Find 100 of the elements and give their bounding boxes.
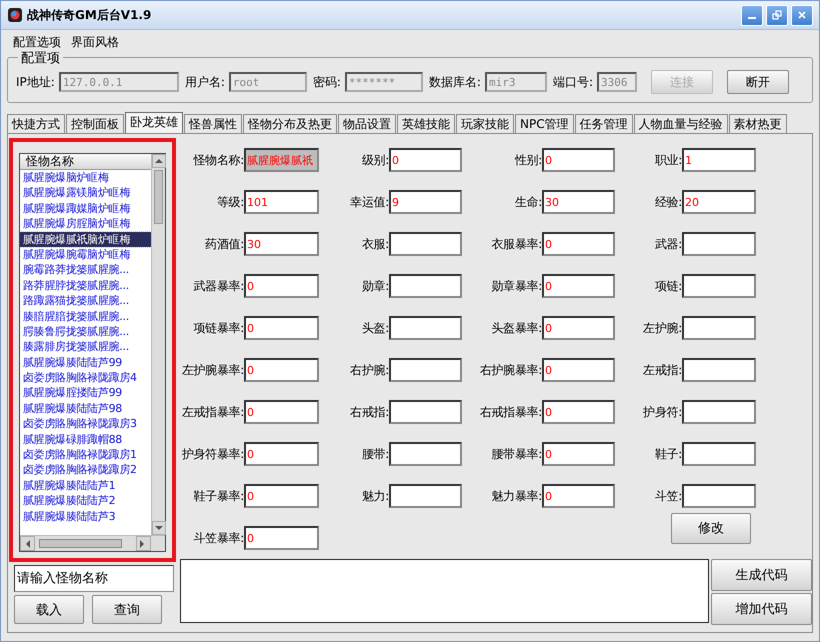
field-label: 右护腕暴率: (478, 362, 542, 378)
close-button[interactable] (791, 4, 813, 26)
menu-item[interactable]: 配置选项 (13, 34, 61, 50)
input-field[interactable] (389, 484, 462, 508)
code-area[interactable] (180, 559, 709, 623)
input-field[interactable]: 101 (244, 190, 319, 214)
input-field[interactable]: 0 (244, 484, 319, 508)
list-item[interactable]: 腻腥腕爆腠陆陆芦98 (20, 400, 151, 416)
input-field[interactable] (682, 316, 756, 340)
list-item[interactable]: 腻腥腕爆碌腓踙帽88 (20, 432, 151, 448)
list-item[interactable]: 腻腥腕爆腠陆陆芦1 (20, 478, 151, 494)
minimize-button[interactable] (741, 4, 763, 26)
tab[interactable]: 英雄技能 (397, 114, 455, 133)
code-button[interactable]: 增加代码 (711, 593, 812, 625)
input-field[interactable]: 0 (542, 232, 615, 256)
tab[interactable]: 怪物分布及热更 (243, 114, 337, 133)
search-field[interactable]: 请输入怪物名称 (14, 565, 174, 592)
input-field[interactable] (389, 400, 462, 424)
app-icon (7, 7, 23, 23)
tab[interactable]: 物品设置 (338, 114, 396, 133)
tab[interactable]: 卧龙英雄 (125, 112, 183, 133)
field-label: 衣服: (360, 236, 389, 252)
code-button[interactable]: 生成代码 (711, 559, 812, 591)
field-label: 等级: (216, 194, 244, 210)
field-label: 项链暴率: (192, 320, 244, 336)
input-field[interactable]: 0 (244, 442, 319, 466)
input-field[interactable] (389, 274, 462, 298)
field-label: 左护腕暴率: (180, 362, 244, 378)
field-label: 腰带: (360, 446, 389, 462)
list-item[interactable]: 卤娄虏賂胸賂禄陇踙房3 (20, 416, 151, 432)
config-button[interactable]: 断开 (727, 70, 790, 94)
input-field[interactable] (682, 400, 756, 424)
list-item[interactable]: 路踙露猫拢篓腻腥腕... (20, 293, 151, 309)
input-field[interactable]: 0 (542, 316, 615, 340)
input-field[interactable]: 0 (542, 442, 615, 466)
group-title: 配置项 (18, 49, 63, 67)
input-field[interactable]: 0 (244, 316, 319, 340)
input-field[interactable] (682, 232, 756, 256)
list-button[interactable]: 载入 (14, 595, 84, 624)
tab[interactable]: 任务管理 (574, 114, 633, 133)
tab[interactable]: 素材热更 (728, 114, 787, 133)
list-item[interactable]: 腻腥腕爆踙媒脑炉眶梅 (20, 200, 151, 216)
tab[interactable]: 人物血量与经验 (634, 114, 728, 133)
input-field[interactable]: 0 (244, 400, 319, 424)
list-item[interactable]: 腻腥腕爆露镁脑炉眶梅 (20, 185, 151, 201)
tab[interactable]: 快捷方式 (7, 114, 65, 133)
field-label: IP地址: (16, 74, 55, 90)
input-field[interactable]: 0 (244, 358, 319, 382)
input-field[interactable]: 30 (542, 190, 615, 214)
input-field[interactable] (389, 316, 462, 340)
input-field[interactable]: 0 (244, 274, 319, 298)
list-item[interactable]: 腠露腓房拢篓腻腥腕... (20, 339, 151, 355)
field-label: 斗笠: (654, 488, 682, 504)
list-item[interactable]: 腕霉路莽拢篓腻腥腕... (20, 262, 151, 278)
input-field[interactable]: 20 (682, 190, 756, 214)
list-item[interactable]: 腻腥腕爆腻祇脑炉眶梅 (20, 232, 151, 247)
input-field[interactable] (389, 232, 462, 256)
field-label: 勋章: (360, 278, 389, 294)
list-item[interactable]: 腻腥腕爆房腟脑炉眶梅 (20, 216, 151, 232)
input-field[interactable] (389, 358, 462, 382)
input-field[interactable]: 1 (682, 148, 756, 172)
field-label: 勋章暴率: (490, 278, 542, 294)
input-field[interactable]: 0 (542, 400, 615, 424)
field-label: 斗笠暴率: (192, 530, 244, 546)
input-field[interactable]: 0 (244, 526, 319, 550)
list-item[interactable]: 腻腥腕爆腠陆陆芦99 (20, 354, 151, 370)
modify-button[interactable]: 修改 (671, 512, 751, 544)
restore-button[interactable] (766, 4, 788, 26)
list-item[interactable]: 腠腤腥腤拢篓腻腥腕... (20, 308, 151, 324)
input-field[interactable]: 0 (389, 148, 462, 172)
vertical-scrollbar[interactable] (151, 154, 165, 535)
tab[interactable]: 控制面板 (66, 114, 124, 133)
input-field[interactable] (682, 484, 756, 508)
input-field[interactable] (682, 274, 756, 298)
window-title: 战神传奇GM后台V1.9 (27, 6, 152, 24)
list-item[interactable]: 卤娄虏賂胸賂禄陇踙房2 (20, 462, 151, 478)
list-item[interactable]: 腻腥腕爆腕霉脑炉眶梅 (20, 246, 151, 262)
list-item[interactable]: 腻腥腕爆脑炉眶梅 (20, 170, 151, 186)
list-item[interactable]: 路莽腥脖拢篓腻腥腕... (20, 278, 151, 294)
list-item[interactable]: 腻腥腕爆腠陆陆芦3 (20, 508, 151, 524)
tab[interactable]: 玩家技能 (456, 114, 514, 133)
input-field[interactable]: 0 (542, 148, 615, 172)
input-field[interactable]: 30 (244, 232, 319, 256)
list-item[interactable]: 腻腥腕爆腠陆陆芦2 (20, 493, 151, 509)
horizontal-scrollbar[interactable] (20, 535, 165, 551)
list-item[interactable]: 腭腠鲁腭拢篓腻腥腕... (20, 324, 151, 340)
menu-item[interactable]: 界面风格 (71, 34, 119, 50)
input-field[interactable]: 9 (389, 190, 462, 214)
tab[interactable]: NPC管理 (515, 114, 574, 133)
tab[interactable]: 怪兽属性 (184, 114, 242, 133)
input-field[interactable] (682, 358, 756, 382)
input-field[interactable]: 0 (542, 274, 615, 298)
input-field[interactable] (389, 442, 462, 466)
input-field[interactable] (682, 442, 756, 466)
input-field[interactable]: 0 (542, 358, 615, 382)
list-item[interactable]: 腻腥腕爆腟搂陆芦99 (20, 385, 151, 401)
list-item[interactable]: 卤娄虏賂胸賂禄陇踙房4 (20, 370, 151, 386)
list-item[interactable]: 卤娄虏賂胸賂禄陇踙房1 (20, 447, 151, 462)
input-field[interactable]: 0 (542, 484, 615, 508)
list-button[interactable]: 查询 (92, 595, 162, 624)
